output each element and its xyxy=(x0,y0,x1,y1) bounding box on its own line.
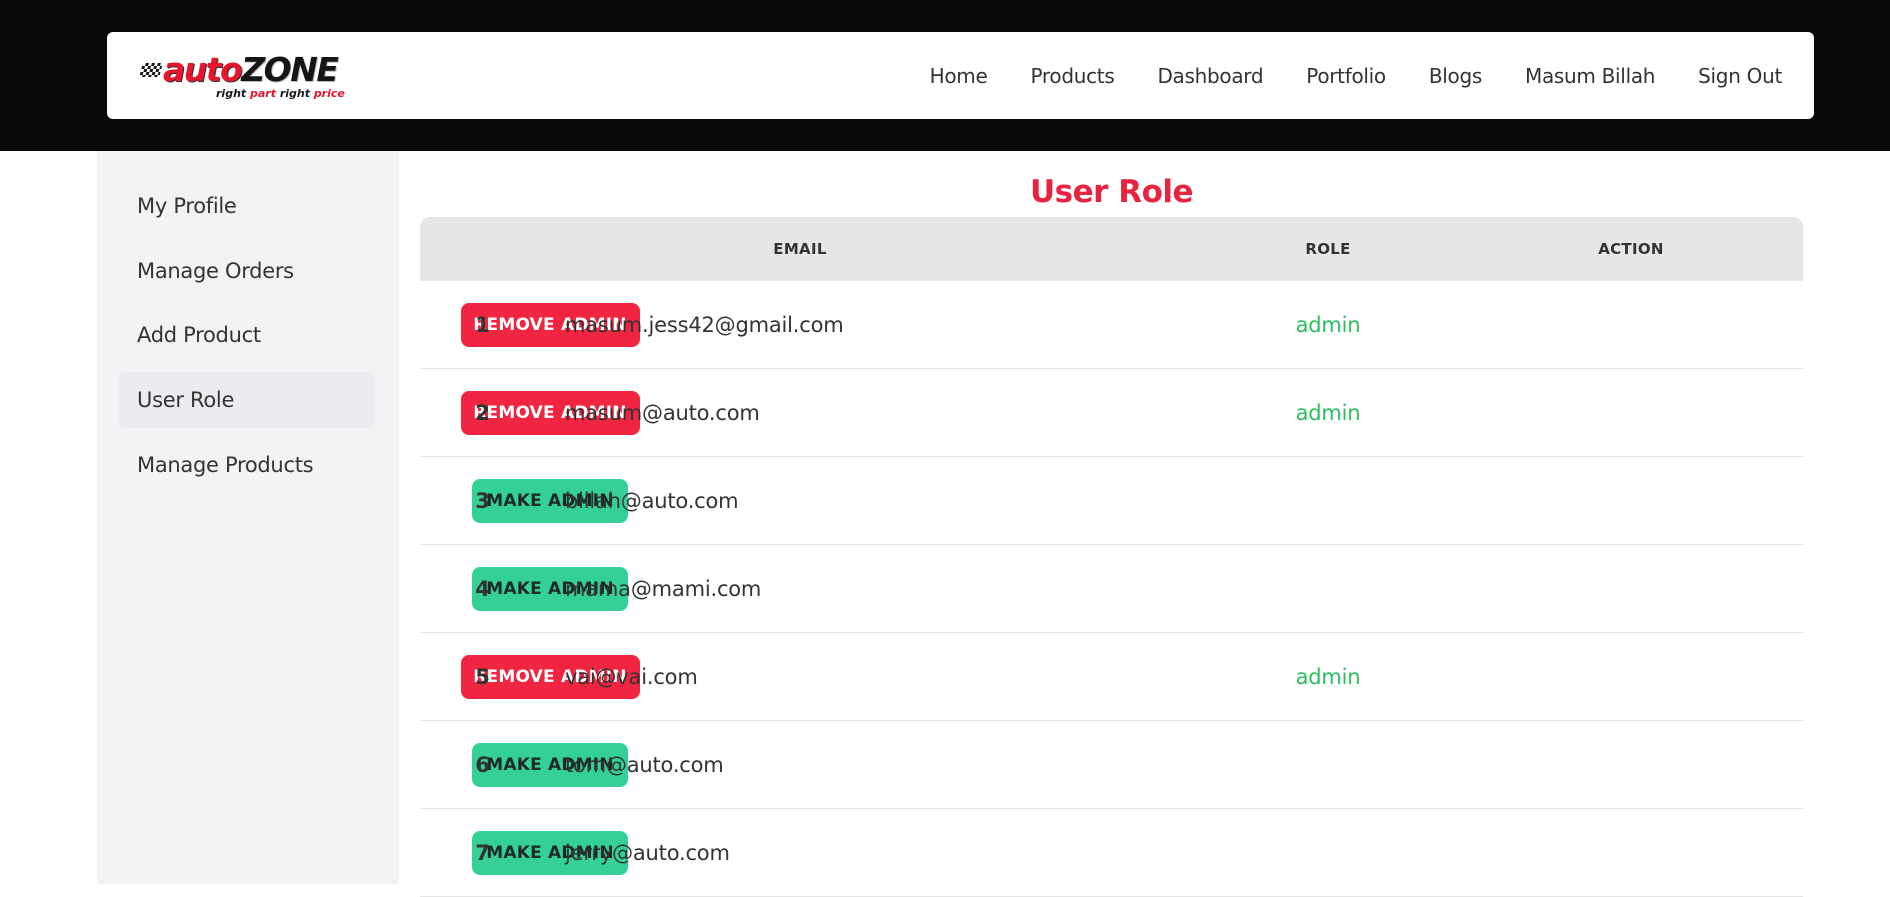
nav-dashboard[interactable]: Dashboard xyxy=(1157,64,1263,88)
sidebar-item-manage-orders[interactable]: Manage Orders xyxy=(119,243,375,299)
table-body: 1 masum.jess42@gmail.com admin REMOVE AD… xyxy=(420,281,1803,897)
column-header-action: ACTION xyxy=(1598,240,1664,258)
checkered-flag-icon xyxy=(139,63,163,77)
user-role xyxy=(1228,545,1428,633)
user-role xyxy=(1228,457,1428,545)
users-table: EMAIL ROLE ACTION 1 masum.jess42@gmail.c… xyxy=(420,217,1803,897)
nav-sign-out[interactable]: Sign Out xyxy=(1698,64,1782,88)
nav-portfolio[interactable]: Portfolio xyxy=(1306,64,1386,88)
row-number: 3 xyxy=(475,489,490,513)
user-email: masum@auto.com xyxy=(565,401,760,425)
user-email: vai@vai.com xyxy=(565,665,698,689)
nav-user-name[interactable]: Masum Billah xyxy=(1525,64,1655,88)
table-row: 5 vai@vai.com admin REMOVE ADMIN xyxy=(420,633,1803,721)
row-number: 1 xyxy=(475,313,490,337)
nav-products[interactable]: Products xyxy=(1030,64,1114,88)
column-header-role: ROLE xyxy=(1305,240,1351,258)
user-email: tom@auto.com xyxy=(565,753,724,777)
table-row: 3 billah@auto.com MAKE ADMIN xyxy=(420,457,1803,545)
table-row: 6 tom@auto.com MAKE ADMIN xyxy=(420,721,1803,809)
logo-tagline: right part right price xyxy=(216,87,345,100)
dashboard-sidebar: My Profile Manage Orders Add Product Use… xyxy=(97,151,399,884)
top-bar: autoZONE right part right price Home Pro… xyxy=(0,0,1890,151)
table-header: EMAIL ROLE ACTION xyxy=(420,217,1803,281)
column-header-email: EMAIL xyxy=(773,240,827,258)
nav-home[interactable]: Home xyxy=(930,64,988,88)
user-role: admin xyxy=(1295,313,1361,337)
user-role: admin xyxy=(1295,665,1361,689)
navbar: autoZONE right part right price Home Pro… xyxy=(107,32,1814,119)
sidebar-item-user-role[interactable]: User Role xyxy=(119,372,375,428)
sidebar-item-manage-products[interactable]: Manage Products xyxy=(119,437,375,493)
user-email: masum.jess42@gmail.com xyxy=(565,313,844,337)
table-row: 4 mama@mami.com MAKE ADMIN xyxy=(420,545,1803,633)
column-header-index xyxy=(420,217,545,281)
user-role xyxy=(1228,721,1428,809)
main-nav: Home Products Dashboard Portfolio Blogs … xyxy=(930,32,1783,119)
user-email: mama@mami.com xyxy=(565,577,762,601)
row-number: 2 xyxy=(475,401,490,425)
row-number: 4 xyxy=(475,577,490,601)
row-number: 6 xyxy=(475,753,490,777)
user-role: admin xyxy=(1295,401,1361,425)
logo-wordmark: autoZONE xyxy=(139,52,339,88)
table-row: 1 masum.jess42@gmail.com admin REMOVE AD… xyxy=(420,281,1803,369)
autozone-logo[interactable]: autoZONE right part right price xyxy=(139,50,345,100)
sidebar-item-add-product[interactable]: Add Product xyxy=(119,307,375,363)
row-number: 5 xyxy=(475,665,490,689)
user-email: billah@auto.com xyxy=(565,489,739,513)
sidebar-item-my-profile[interactable]: My Profile xyxy=(119,178,375,234)
table-row: 2 masum@auto.com admin REMOVE ADMIN xyxy=(420,369,1803,457)
page-title: User Role xyxy=(1029,174,1194,210)
nav-blogs[interactable]: Blogs xyxy=(1429,64,1482,88)
